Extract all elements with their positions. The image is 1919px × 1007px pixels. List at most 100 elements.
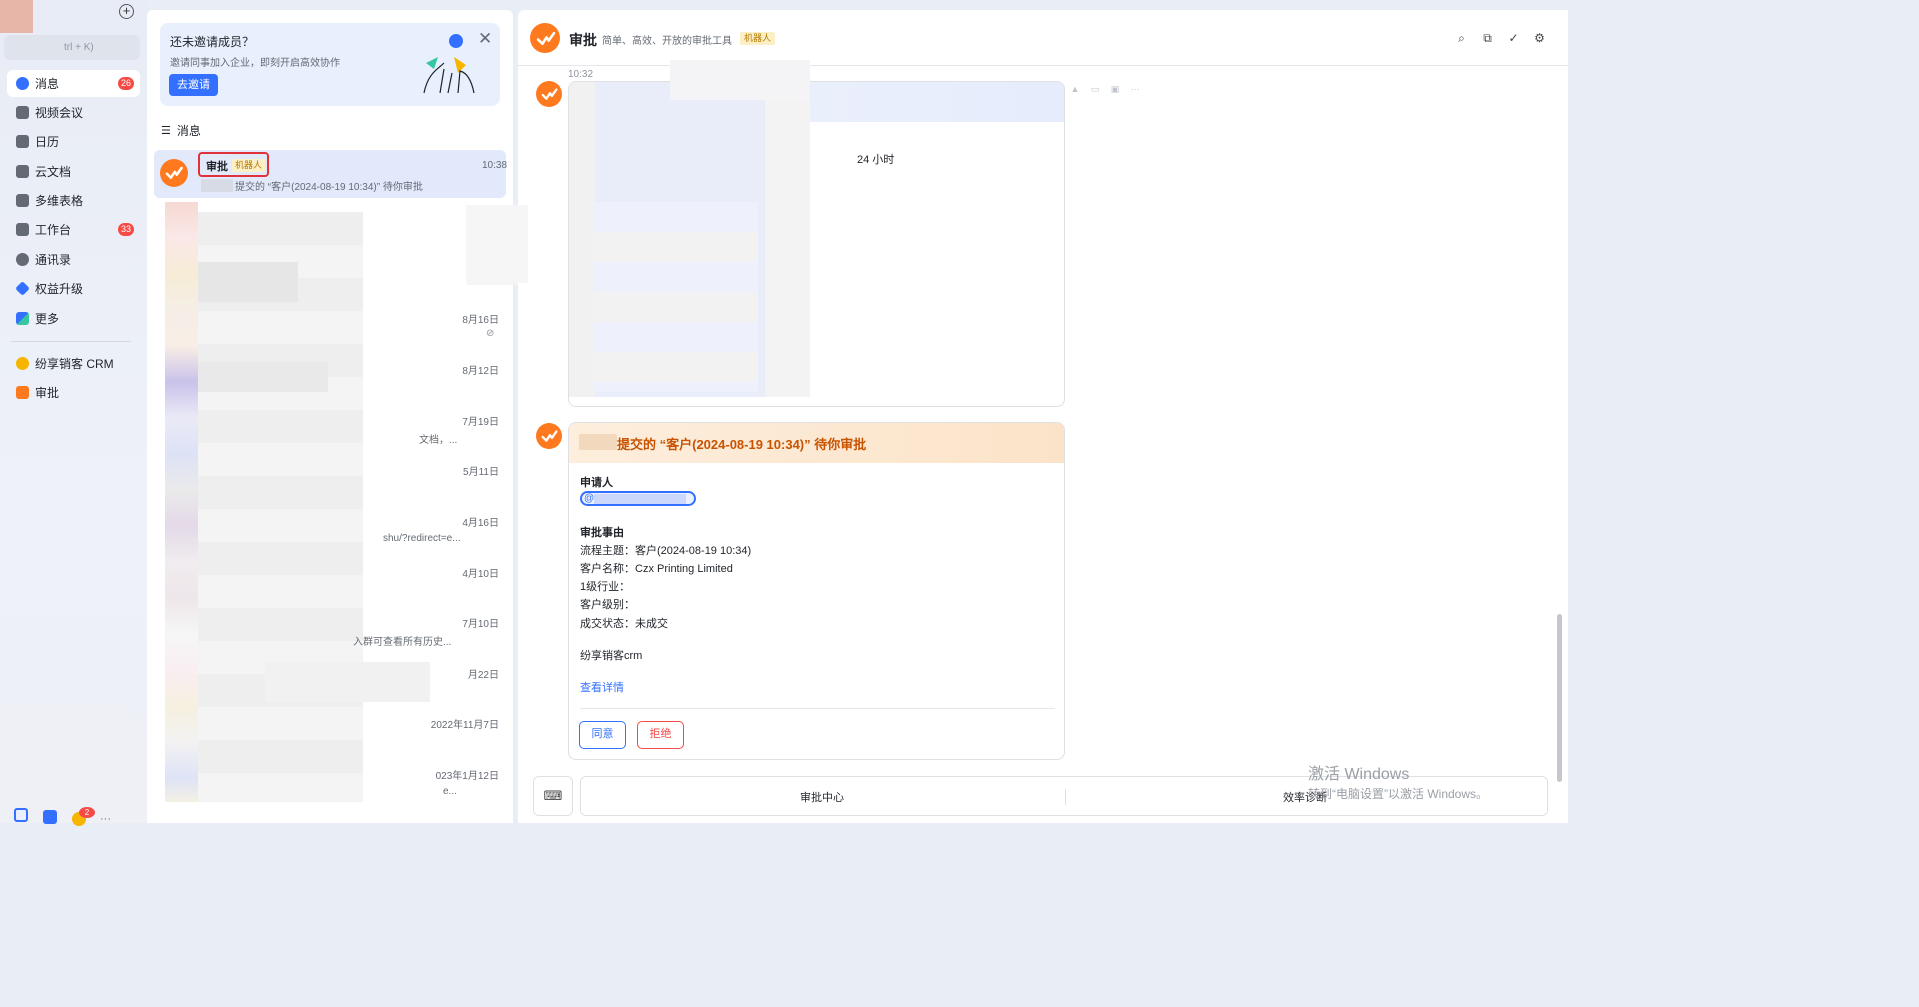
nav-item-label: 视频会议	[35, 106, 84, 120]
invite-title: 还未邀请成员？	[170, 35, 255, 49]
reject-button[interactable]: 拒绝	[637, 721, 684, 749]
nav-item-label: 多维表格	[35, 194, 84, 208]
more-apps-icon	[16, 312, 29, 325]
left-nav: + trl + K) 消息 26 视频会议 日历 云文档 多维表格 工作台 33…	[0, 0, 147, 826]
chat-preview: 提交的 “客户(2024-08-19 10:34)” 待你审批	[235, 182, 423, 193]
nav-item-label: 权益升级	[35, 282, 84, 296]
nav-item-label: 更多	[35, 312, 60, 326]
view-details-link[interactable]: 查看详情	[580, 679, 624, 695]
more-icon[interactable]: ···	[100, 813, 111, 825]
checkmark-icon[interactable]: ✓	[1506, 31, 1521, 46]
redacted-block	[670, 60, 810, 100]
chat-panel: 审批 简单、高效、开放的审批工具 机器人 ⌕ ⧉ ✓ ⚙ 10:32 24 小时…	[518, 10, 1568, 823]
applicant-label: 申请人	[580, 477, 613, 489]
mention-symbol: @	[584, 493, 595, 504]
chat-name: 审批	[206, 161, 228, 173]
invite-desc: 邀请同事加入企业，即刻开启高效协作	[170, 58, 340, 69]
chat-row-time: 8月12日	[462, 366, 499, 377]
messages-section-title: 消息	[176, 124, 201, 138]
nav-app-approval[interactable]: 审批	[7, 379, 140, 406]
chat-list-panel: 还未邀请成员？ 邀请同事加入企业，即刻开启高效协作 去邀请 ✕ ☰ 消息 审批 …	[147, 10, 527, 823]
applicant-mention[interactable]: @	[580, 491, 696, 506]
card-divider	[580, 708, 1055, 709]
redacted-name	[594, 494, 686, 504]
approval-logo-icon	[16, 386, 29, 399]
more-icon[interactable]: ···	[1128, 82, 1142, 96]
reason-line: 1级行业：	[580, 581, 631, 593]
nav-item-workplace[interactable]: 工作台 33	[7, 216, 140, 243]
agree-button[interactable]: 同意	[579, 721, 626, 749]
chat-scrollbar[interactable]	[1557, 614, 1562, 782]
crm-logo-icon	[16, 357, 29, 370]
chat-time: 10:38	[482, 160, 508, 171]
app-icon[interactable]	[43, 810, 57, 824]
invite-button[interactable]: 去邀请	[169, 74, 218, 96]
mute-icon: ⊘	[486, 328, 495, 339]
list-icon: ☰	[161, 125, 171, 137]
redacted-chat-list	[165, 202, 435, 812]
reason-line: 成交状态：未成交	[580, 618, 668, 630]
watermark-line-2: 转到“电脑设置”以激活 Windows。	[1308, 787, 1489, 801]
bot-tag: 机器人	[232, 159, 266, 172]
message-actions: ▲ ▭ ▣ ···	[1068, 82, 1142, 96]
nav-item-upgrade[interactable]: 权益升级	[7, 275, 140, 302]
add-icon[interactable]: +	[119, 4, 134, 19]
notification-badge: 2	[79, 807, 95, 818]
chat-row-time: 7月19日	[462, 417, 499, 428]
approval-card: 提交的 “客户(2024-08-19 10:34)” 待你审批 申请人 @ 审批…	[568, 422, 1065, 760]
nav-item-base[interactable]: 多维表格	[7, 187, 140, 214]
watermark-line-1: 激活 Windows	[1308, 766, 1410, 783]
chat-row-time: 023年1月12日	[435, 771, 499, 782]
grid-icon	[16, 223, 29, 236]
search-box[interactable]: trl + K)	[4, 35, 140, 60]
approval-card-redacted: 24 小时	[568, 81, 1065, 407]
chat-title: 审批	[569, 32, 597, 48]
nav-item-messages[interactable]: 消息 26	[7, 70, 140, 97]
card-title: 提交的 “客户(2024-08-19 10:34)” 待你审批	[617, 437, 867, 452]
nav-item-label: 纷享销客 CRM	[35, 357, 114, 371]
redacted-block	[466, 205, 528, 283]
nav-item-more[interactable]: 更多	[7, 305, 140, 332]
nav-item-label: 消息	[35, 77, 60, 91]
nav-item-label: 通讯录	[35, 253, 72, 267]
nav-item-contacts[interactable]: 通讯录	[7, 246, 140, 273]
new-window-icon[interactable]: ⧉	[1480, 31, 1495, 46]
reason-line: 客户级别：	[580, 599, 635, 611]
message-time: 10:32	[568, 69, 594, 80]
user-avatar[interactable]	[0, 0, 33, 33]
chat-header: 审批 简单、高效、开放的审批工具 机器人 ⌕ ⧉ ✓ ⚙	[518, 10, 1568, 66]
nav-item-label: 审批	[35, 386, 60, 400]
chat-item-approval[interactable]: 审批 机器人 10:38 提交的 “客户(2024-08-19 10:34)” …	[154, 150, 508, 198]
chat-bubble-icon	[16, 77, 29, 90]
menu-approval-center[interactable]: 审批中心	[800, 789, 844, 805]
keyboard-icon[interactable]: ⌨	[533, 776, 573, 816]
nav-item-label: 云文档	[35, 165, 72, 179]
reason-label: 审批事由	[580, 527, 624, 539]
approval-logo-icon	[160, 159, 188, 187]
nav-item-label: 工作台	[35, 223, 72, 237]
chat-row-snippet: 入群可查看所有历史...	[353, 637, 452, 648]
redacted-block	[593, 202, 758, 392]
approval-avatar-icon	[536, 423, 562, 449]
forward-icon[interactable]: ▣	[1108, 82, 1122, 96]
chat-row-snippet: 文档，...	[419, 435, 458, 446]
messages-section-header[interactable]: ☰ 消息	[161, 122, 201, 139]
thumbs-up-icon[interactable]: ▲	[1068, 82, 1082, 96]
nav-item-calendar[interactable]: 日历	[7, 128, 140, 155]
reply-icon[interactable]: ▭	[1088, 82, 1102, 96]
redacted-name	[579, 434, 617, 450]
bot-profile-icon[interactable]: ⌕	[1454, 31, 1469, 46]
nav-item-docs[interactable]: 云文档	[7, 158, 140, 185]
nav-app-crm[interactable]: 纷享销客 CRM	[7, 350, 140, 377]
nav-divider	[11, 341, 131, 342]
settings-icon[interactable]: ⚙	[1532, 31, 1547, 46]
chat-subtitle: 简单、高效、开放的审批工具	[602, 36, 732, 47]
diamond-icon	[15, 281, 30, 296]
reason-line: 客户名称：Czx Printing Limited	[580, 563, 733, 575]
nav-item-video-meeting[interactable]: 视频会议	[7, 99, 140, 126]
window-icon[interactable]	[14, 808, 28, 822]
calendar-icon	[16, 135, 29, 148]
chat-row-time: 2022年11月7日	[430, 720, 499, 731]
windows-activation-watermark: 激活 Windows 转到“电脑设置”以激活 Windows。	[1308, 760, 1488, 802]
chat-row-time: 5月11日	[463, 467, 499, 478]
